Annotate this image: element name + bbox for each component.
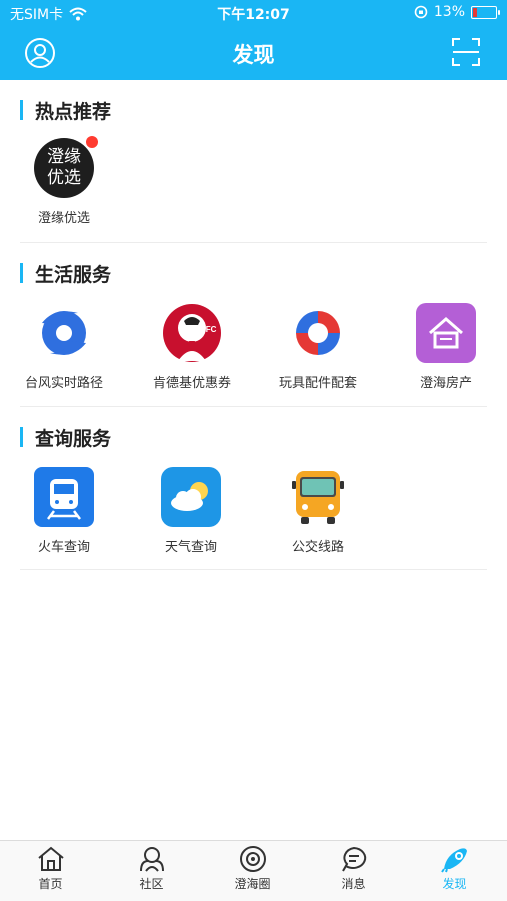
tab-community[interactable]: 社区 xyxy=(101,845,202,892)
item-label: 天气查询 xyxy=(164,540,217,555)
item-label: 澄海房产 xyxy=(419,376,472,391)
kfc-logo: KFC xyxy=(162,303,222,363)
tab-label: 消息 xyxy=(341,877,366,891)
train-icon xyxy=(34,467,94,527)
orientation-lock-icon xyxy=(414,5,428,19)
item-bus[interactable]: 公交线路 xyxy=(258,467,378,555)
item-label: 公交线路 xyxy=(291,540,344,555)
community-icon xyxy=(139,847,164,872)
toy-parts-logo xyxy=(288,303,348,363)
circle-icon xyxy=(239,846,266,872)
bus-icon xyxy=(288,467,348,527)
page-title: 发现 xyxy=(232,43,275,67)
tab-home[interactable]: 首页 xyxy=(0,845,101,892)
item-weather[interactable]: 天气查询 xyxy=(131,467,251,555)
tab-discover[interactable]: 发现 xyxy=(404,845,505,892)
item-typhoon[interactable]: 台风实时路径 xyxy=(4,303,124,391)
tab-label: 发现 xyxy=(442,877,467,891)
discover-icon xyxy=(440,848,467,873)
item-label: 玩具配件配套 xyxy=(278,376,357,391)
divider xyxy=(20,569,487,570)
divider xyxy=(20,406,487,407)
tab-label: 澄海圈 xyxy=(234,877,271,891)
tab-message[interactable]: 消息 xyxy=(303,845,404,892)
divider xyxy=(20,242,487,243)
chengyuan-logo: 澄缘 优选 xyxy=(34,136,98,198)
item-kfc[interactable]: KFC 肯德基优惠券 xyxy=(132,303,252,391)
message-icon xyxy=(341,846,366,872)
scan-icon[interactable] xyxy=(451,37,481,67)
tab-circle[interactable]: 澄海圈 xyxy=(202,845,303,892)
section-title: 查询服务 xyxy=(20,425,111,450)
item-label: 火车查询 xyxy=(37,540,90,555)
item-chengyuan[interactable]: 澄缘 优选 澄缘优选 xyxy=(4,136,124,226)
status-bar: 无SIM卡 下午12:07 13% xyxy=(0,0,507,26)
item-train[interactable]: 火车查询 xyxy=(4,467,124,555)
notification-badge xyxy=(86,136,98,148)
house-icon xyxy=(416,303,476,363)
nav-bar: 发现 xyxy=(0,26,507,80)
top-bar: 无SIM卡 下午12:07 13% 发现 xyxy=(0,0,507,80)
weather-icon xyxy=(161,467,221,527)
tab-label: 社区 xyxy=(139,877,164,891)
item-house[interactable]: 澄海房产 xyxy=(386,303,506,391)
bottom-tab-bar: 首页 社区 澄海圈 消息 发现 xyxy=(0,840,507,901)
home-icon xyxy=(37,846,64,871)
battery-icon xyxy=(471,5,500,19)
section-title: 热点推荐 xyxy=(20,98,111,123)
item-label: 肯德基优惠券 xyxy=(152,376,231,391)
item-label: 澄缘优选 xyxy=(37,211,90,226)
item-toy-parts[interactable]: 玩具配件配套 xyxy=(258,303,378,391)
tab-label: 首页 xyxy=(38,877,63,891)
kfc-logo-text: KFC xyxy=(200,325,217,334)
battery-percent: 13% xyxy=(433,4,465,20)
typhoon-icon xyxy=(34,303,94,363)
section-title: 生活服务 xyxy=(20,261,111,286)
item-label: 台风实时路径 xyxy=(24,376,103,391)
